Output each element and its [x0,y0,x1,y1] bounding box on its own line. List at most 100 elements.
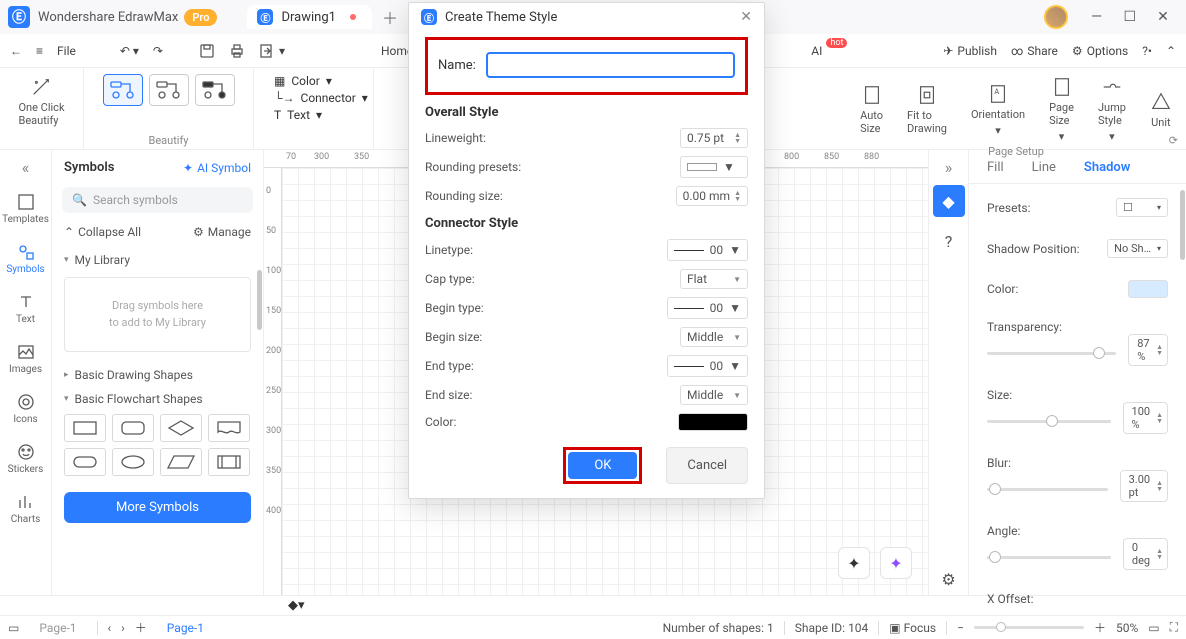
tab-line[interactable]: Line [1032,160,1056,175]
rail-symbols[interactable]: Symbols [2,237,50,281]
tab-fill[interactable]: Fill [987,160,1004,175]
shape-predef[interactable] [208,448,250,476]
fit-to-drawing-button[interactable]: Fit to Drawing [903,82,951,137]
collapse-ribbon-button[interactable]: ⌃ [1166,44,1176,58]
minimize-button[interactable]: — [1082,9,1112,25]
print-button[interactable] [229,43,245,59]
zoom-out-button[interactable]: − [957,621,964,635]
share-button[interactable]: ∞ Share [1011,44,1058,58]
diagram-style-3-button[interactable] [195,74,235,106]
zoom-slider[interactable] [974,626,1084,629]
shape-data[interactable] [160,448,202,476]
linetype-select[interactable]: 00▼ [667,239,748,261]
text-dropdown[interactable]: T Text ▾ [274,108,368,122]
color-dropdown[interactable]: ▦ Color ▾ [274,74,368,88]
shape-ellipse[interactable] [112,448,154,476]
blur-slider[interactable] [987,488,1108,491]
one-click-beautify-button[interactable]: One Click Beautify [14,74,68,129]
manage-button[interactable]: ⚙ Manage [193,225,251,239]
presets-select[interactable]: ☐ ▾ [1116,198,1168,217]
rail-images[interactable]: Images [2,337,50,381]
begin-size-select[interactable]: Middle▼ [680,327,748,347]
end-type-select[interactable]: 00▼ [667,355,748,377]
connector-dropdown[interactable]: └→ Connector ▾ [274,91,368,105]
page-size-button[interactable]: Page Size ▾ [1045,74,1078,145]
zoom-value[interactable]: 50% [1116,621,1138,635]
publish-button[interactable]: ✈ Publish [943,44,997,58]
cap-type-select[interactable]: Flat▼ [680,269,748,289]
my-library-dropzone[interactable]: Drag symbols here to add to My Library [64,277,251,352]
angle-spinner[interactable]: 0 deg▲▼ [1123,538,1168,570]
more-symbols-button[interactable]: More Symbols [64,492,251,523]
shape-diamond[interactable] [160,414,202,442]
close-button[interactable]: ✕ [1148,9,1178,25]
size-slider[interactable] [987,420,1111,423]
file-menu[interactable]: File [57,44,76,58]
angle-slider[interactable] [987,556,1111,559]
shape-doc[interactable] [208,414,250,442]
transparency-spinner[interactable]: 87 %▲▼ [1128,334,1168,366]
shape-pill[interactable] [64,448,106,476]
right-rail-settings-icon[interactable]: ⚙ [933,563,965,595]
ok-button[interactable]: OK [568,452,637,479]
search-symbols-input[interactable]: 🔍 Search symbols [62,187,253,213]
add-page-button[interactable]: ＋ [135,619,147,636]
end-size-select[interactable]: Middle▼ [680,385,748,405]
shadow-color-select[interactable] [1128,280,1168,298]
right-rail-paint-icon[interactable]: ◆ [933,185,965,217]
prev-page-button[interactable]: ‹ [108,621,112,635]
back-button[interactable]: ← [10,44,22,58]
rail-text[interactable]: Text [2,287,50,331]
shape-roundrect[interactable] [112,414,154,442]
rail-charts[interactable]: Charts [2,487,50,531]
new-tab-button[interactable]: ＋ [382,5,398,29]
next-page-button[interactable]: › [121,621,125,635]
diagram-style-1-button[interactable] [103,74,143,106]
magic-tool-button[interactable]: ✦ [838,547,870,579]
symbols-scrollbar[interactable] [257,270,262,330]
right-rail-expand-button[interactable]: » [945,158,953,177]
blur-spinner[interactable]: 3.00 pt▲▼ [1120,470,1168,502]
diagram-style-2-button[interactable] [149,74,189,106]
dialog-close-button[interactable]: ✕ [740,9,752,25]
color-bar-picker-icon[interactable]: ◆▾ [288,598,305,613]
fit-page-button[interactable]: ▭ [1148,621,1159,635]
theme-name-input[interactable] [486,52,735,78]
options-button[interactable]: ⚙ Options [1072,44,1128,58]
export-button[interactable]: ▾ [259,43,285,59]
props-scrollbar[interactable] [1180,190,1185,260]
size-spinner[interactable]: 100 %▲▼ [1123,402,1168,434]
right-rail-help-icon[interactable]: ? [933,225,965,257]
unit-button[interactable]: Unit [1146,89,1176,131]
rounding-presets-select[interactable]: ▼ [680,156,748,178]
menu-icon[interactable]: ≡ [36,44,43,58]
rail-templates[interactable]: Templates [2,187,50,231]
undo-button[interactable]: ↶ ▾ [120,44,139,58]
page-setup-launcher-icon[interactable]: ⟳ [1169,134,1178,147]
zoom-in-button[interactable]: ＋ [1094,619,1106,636]
orientation-button[interactable]: AOrientation ▾ [967,81,1029,139]
begin-type-select[interactable]: 00▼ [667,297,748,319]
focus-button[interactable]: ▣ Focus [889,621,936,635]
auto-size-button[interactable]: Auto Size [856,82,887,137]
basic-flowchart-section[interactable]: Basic Flowchart Shapes [52,386,263,410]
lineweight-input[interactable]: 0.75 pt▲▼ [680,128,748,148]
connector-color-swatch[interactable] [678,413,748,431]
maximize-button[interactable]: ☐ [1115,9,1145,25]
page-list-icon[interactable]: ▭ [8,621,19,635]
collapse-all-button[interactable]: ⌃ Collapse All [64,225,141,239]
fullscreen-button[interactable]: ⛶ [1170,620,1178,635]
document-tab[interactable]: Ⓔ Drawing1 [247,5,371,29]
tab-shadow[interactable]: Shadow [1084,160,1130,175]
page-tag-active[interactable]: Page-1 [157,619,214,637]
basic-drawing-section[interactable]: Basic Drawing Shapes [52,362,263,386]
save-button[interactable] [199,43,215,59]
ai-symbol-button[interactable]: ✦ AI Symbol [183,161,251,175]
user-avatar[interactable] [1044,5,1068,29]
ai-menu[interactable]: AIhot [811,44,847,58]
rail-collapse-button[interactable]: « [22,158,30,177]
jump-style-button[interactable]: Jump Style ▾ [1094,74,1130,145]
shape-rect[interactable] [64,414,106,442]
rail-icons[interactable]: Icons [2,387,50,431]
cancel-button[interactable]: Cancel [666,447,748,484]
